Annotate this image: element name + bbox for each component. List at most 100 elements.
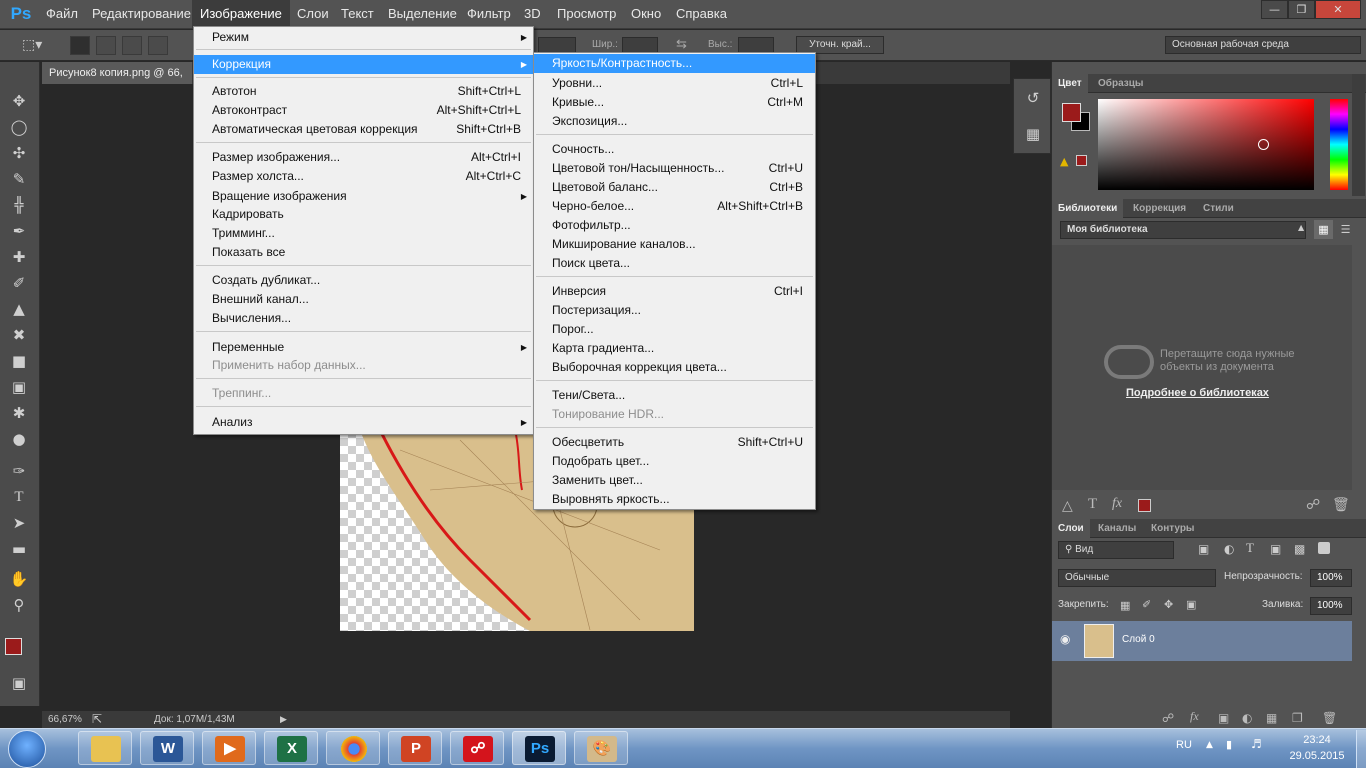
tab-color[interactable]: Цвет bbox=[1052, 74, 1088, 93]
menu-item-duplicate[interactable]: Создать дубликат... bbox=[194, 271, 533, 290]
menu-item-posterize[interactable]: Постеризация... bbox=[534, 301, 815, 320]
visibility-eye-icon[interactable]: ◉ bbox=[1060, 632, 1070, 646]
taskbar-powerpoint[interactable]: P bbox=[388, 731, 442, 765]
menu-layers[interactable]: Слои bbox=[289, 0, 337, 28]
trash-icon[interactable]: 🗑 bbox=[1332, 497, 1350, 513]
width-field[interactable] bbox=[622, 37, 658, 53]
menu-item-selective-color[interactable]: Выборочная коррекция цвета... bbox=[534, 358, 815, 377]
tab-swatches[interactable]: Образцы bbox=[1092, 74, 1149, 93]
language-indicator[interactable]: RU bbox=[1176, 739, 1192, 751]
opacity-field[interactable]: 100% bbox=[1310, 569, 1352, 587]
network-signal-icon[interactable]: ▮ bbox=[1226, 738, 1232, 751]
add-selection-icon[interactable] bbox=[96, 36, 116, 55]
menu-item-brightness-contrast[interactable]: Яркость/Контрастность... bbox=[534, 54, 815, 73]
status-menu-arrow-icon[interactable]: ▶ bbox=[280, 711, 287, 728]
rectangle-tool-icon[interactable]: ▬ bbox=[8, 538, 30, 560]
list-view-icon[interactable]: ☰ bbox=[1336, 220, 1355, 239]
taskbar-excel[interactable]: X bbox=[264, 731, 318, 765]
pixel-layer-filter-icon[interactable]: ▣ bbox=[1198, 542, 1209, 556]
taskbar-media-player[interactable]: ▶ bbox=[202, 731, 256, 765]
workspace-select[interactable]: Основная рабочая среда bbox=[1165, 36, 1361, 54]
menu-item-color-lookup[interactable]: Поиск цвета... bbox=[534, 254, 815, 273]
tab-channels[interactable]: Каналы bbox=[1092, 519, 1142, 538]
menu-item-levels[interactable]: Уровни... Ctrl+L bbox=[534, 74, 815, 93]
gamut-swatch[interactable] bbox=[1076, 155, 1087, 166]
new-selection-icon[interactable] bbox=[70, 36, 90, 55]
taskbar-paint[interactable]: 🎨 bbox=[574, 731, 628, 765]
menu-item-canvas-size[interactable]: Размер холста... Alt+Ctrl+C bbox=[194, 167, 533, 186]
eyedropper-icon[interactable]: ✒ bbox=[8, 220, 30, 242]
menu-item-equalize[interactable]: Выровнять яркость... bbox=[534, 490, 815, 509]
quick-mask-icon[interactable]: ▣ bbox=[8, 672, 30, 694]
lock-transparent-icon[interactable]: ▦ bbox=[1120, 599, 1130, 612]
menu-item-replace-color[interactable]: Заменить цвет... bbox=[534, 471, 815, 490]
intersect-selection-icon[interactable] bbox=[148, 36, 168, 55]
type-filter-icon[interactable]: T bbox=[1246, 540, 1254, 556]
lock-position-icon[interactable]: ✥ bbox=[1164, 598, 1173, 611]
menu-item-gradient-map[interactable]: Карта градиента... bbox=[534, 339, 815, 358]
menu-item-apply-image[interactable]: Внешний канал... bbox=[194, 290, 533, 309]
hue-slider[interactable] bbox=[1330, 99, 1348, 190]
delete-layer-icon[interactable]: 🗑 bbox=[1322, 711, 1337, 725]
menu-item-auto-contrast[interactable]: Автоконтраст Alt+Shift+Ctrl+L bbox=[194, 101, 533, 120]
link-layers-icon[interactable]: ☍ bbox=[1162, 711, 1174, 725]
menu-item-match-color[interactable]: Подобрать цвет... bbox=[534, 452, 815, 471]
adjustment-filter-icon[interactable]: ◐ bbox=[1224, 542, 1234, 556]
eraser-icon[interactable]: ■ bbox=[8, 350, 30, 372]
lock-pixels-icon[interactable]: ✐ bbox=[1142, 598, 1151, 611]
menu-item-image-rotation[interactable]: Вращение изображения ▶ bbox=[194, 187, 533, 206]
menu-filter[interactable]: Фильтр bbox=[459, 0, 519, 28]
add-graphic-icon[interactable]: △ bbox=[1062, 498, 1073, 514]
document-tab[interactable]: Рисунок8 копия.png @ 66, bbox=[42, 62, 192, 84]
menu-image[interactable]: Изображение bbox=[192, 0, 290, 28]
tab-adjustments[interactable]: Коррекция bbox=[1127, 199, 1192, 218]
grid-view-icon[interactable]: ▦ bbox=[1314, 220, 1333, 239]
foreground-color-swatch[interactable] bbox=[5, 638, 22, 655]
add-style-icon[interactable]: fx bbox=[1112, 496, 1122, 512]
subtract-selection-icon[interactable] bbox=[122, 36, 142, 55]
menu-item-threshold[interactable]: Порог... bbox=[534, 320, 815, 339]
fill-field[interactable]: 100% bbox=[1310, 597, 1352, 615]
menu-item-channel-mixer[interactable]: Микширование каналов... bbox=[534, 235, 815, 254]
menu-item-variables[interactable]: Переменные ▶ bbox=[194, 338, 533, 357]
tab-styles[interactable]: Стили bbox=[1197, 199, 1240, 218]
menu-item-analysis[interactable]: Анализ ▶ bbox=[194, 413, 533, 432]
menu-item-crop[interactable]: Кадрировать bbox=[194, 205, 533, 224]
style-select[interactable] bbox=[538, 37, 576, 53]
add-text-icon[interactable]: T bbox=[1088, 496, 1097, 513]
menu-item-auto-tone[interactable]: Автотон Shift+Ctrl+L bbox=[194, 82, 533, 101]
menu-3d[interactable]: 3D bbox=[516, 0, 549, 28]
taskbar-word[interactable]: W bbox=[140, 731, 194, 765]
blur-icon[interactable]: ✱ bbox=[8, 402, 30, 424]
restore-icon[interactable]: ❐ bbox=[1288, 0, 1315, 19]
volume-icon[interactable]: ♬ bbox=[1251, 737, 1262, 751]
layer-style-icon[interactable]: fx bbox=[1190, 709, 1199, 724]
blend-mode-select[interactable]: Обычные bbox=[1058, 569, 1216, 587]
lasso-icon[interactable]: ✣ bbox=[8, 142, 30, 164]
color-picker-ring-icon[interactable] bbox=[1258, 139, 1269, 150]
zoom-level[interactable]: 66,67% bbox=[48, 711, 82, 728]
tab-libraries[interactable]: Библиотеки bbox=[1052, 199, 1124, 218]
new-adjustment-icon[interactable]: ◐ bbox=[1242, 711, 1252, 725]
history-icon[interactable]: ↺ bbox=[1022, 87, 1044, 109]
sync-icon[interactable]: ☍ bbox=[1306, 497, 1320, 513]
menu-item-mode[interactable]: Режим ▶ bbox=[194, 28, 533, 47]
menu-help[interactable]: Справка bbox=[668, 0, 735, 28]
menu-item-shadows-highlights[interactable]: Тени/Света... bbox=[534, 386, 815, 405]
gradient-icon[interactable]: ▣ bbox=[8, 376, 30, 398]
export-icon[interactable]: ⇱ bbox=[92, 711, 102, 728]
start-button-icon[interactable] bbox=[8, 730, 46, 768]
menu-item-auto-color[interactable]: Автоматическая цветовая коррекция Shift+C… bbox=[194, 120, 533, 139]
panel-scrollbar[interactable] bbox=[1352, 74, 1365, 196]
menu-item-color-balance[interactable]: Цветовой баланс... Ctrl+B bbox=[534, 178, 815, 197]
library-select[interactable]: Моя библиотека bbox=[1060, 221, 1306, 239]
clock-time[interactable]: 23:24 bbox=[1292, 734, 1342, 746]
smart-object-filter-icon[interactable]: ▩ bbox=[1294, 542, 1305, 556]
layer-name[interactable]: Слой 0 bbox=[1122, 634, 1155, 645]
dodge-icon[interactable]: ● bbox=[8, 428, 30, 450]
3d-properties-icon[interactable]: ▦ bbox=[1022, 123, 1044, 145]
pen-icon[interactable]: ✑ bbox=[8, 460, 30, 482]
menu-edit[interactable]: Редактирование bbox=[84, 0, 199, 28]
menu-item-desaturate[interactable]: Обесцветить Shift+Ctrl+U bbox=[534, 433, 815, 452]
quick-selection-icon[interactable]: ✎ bbox=[8, 168, 30, 190]
